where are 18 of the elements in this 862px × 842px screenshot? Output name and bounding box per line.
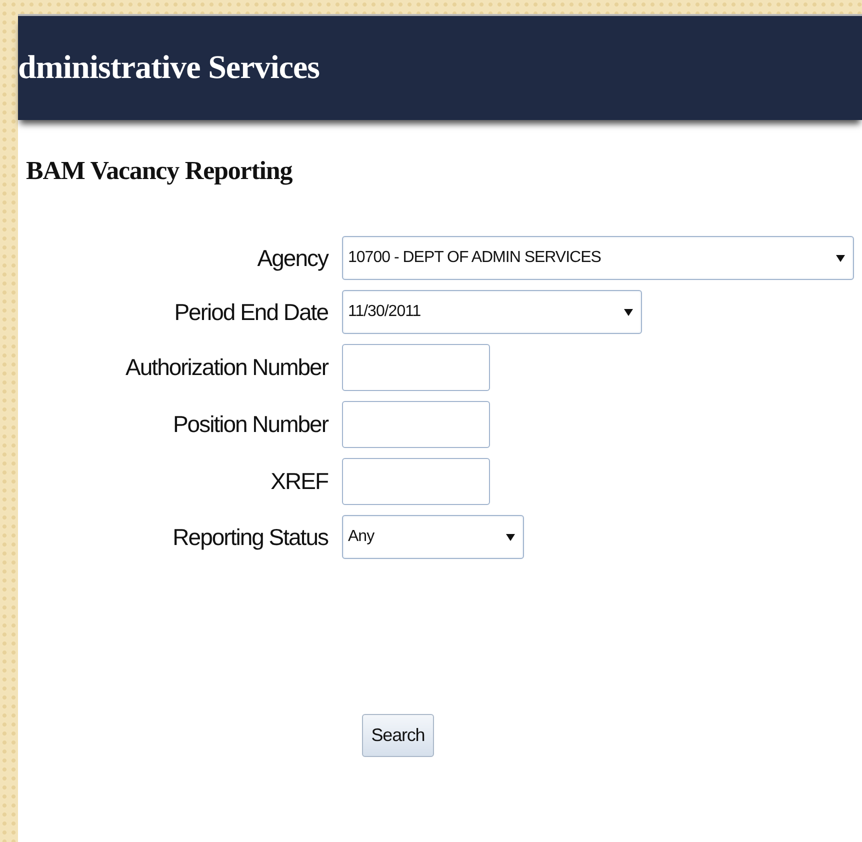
field-label: Reporting Status xyxy=(172,524,328,550)
caret-icon xyxy=(506,534,515,540)
field-label: Period End Date xyxy=(174,298,328,326)
field-label: Authorization Number xyxy=(126,354,328,381)
search-button[interactable]: Search xyxy=(362,714,434,757)
field-label: Position Number xyxy=(172,411,328,438)
field-label: Agency xyxy=(257,244,328,272)
dropdown-field[interactable]: 11/30/2011 xyxy=(342,290,642,334)
caret-icon xyxy=(836,254,845,262)
input-field[interactable] xyxy=(342,458,490,505)
field-label: XREF xyxy=(270,468,328,495)
input-field[interactable] xyxy=(342,401,490,448)
dropdown-field[interactable]: Any xyxy=(342,515,524,559)
caret-icon xyxy=(624,308,633,316)
page-title: BAM Vacancy Reporting xyxy=(26,156,294,186)
header-title: dministrative Services xyxy=(18,50,320,86)
input-field[interactable] xyxy=(342,344,490,391)
dropdown-field[interactable]: 10700 - DEPT OF ADMIN SERVICES xyxy=(342,236,854,280)
